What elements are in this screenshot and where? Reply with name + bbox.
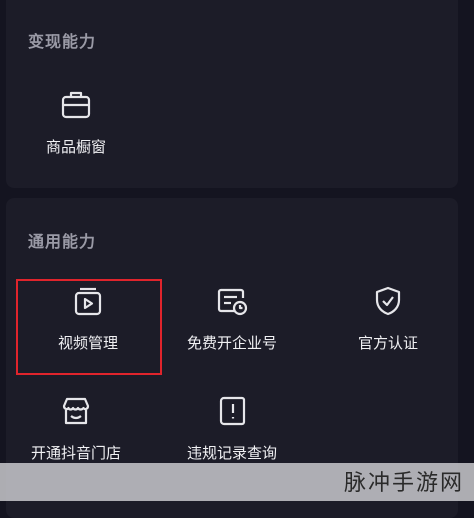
shield-check-icon bbox=[371, 284, 405, 318]
official-certification-button[interactable]: 官方认证 bbox=[318, 284, 458, 374]
monetize-card: 变现能力 商品橱窗 bbox=[6, 0, 458, 188]
watermark-text: 脉冲手游网 bbox=[343, 471, 464, 496]
storefront-icon bbox=[59, 394, 93, 428]
watermark-bar: 脉冲手游网 bbox=[0, 463, 474, 501]
highlight-box bbox=[16, 279, 162, 375]
monetize-section-title: 变现能力 bbox=[28, 32, 97, 51]
enterprise-account-label: 免费开企业号 bbox=[186, 334, 277, 352]
official-certification-label: 官方认证 bbox=[357, 334, 418, 352]
enterprise-account-button[interactable]: 免费开企业号 bbox=[162, 284, 302, 374]
general-section-title: 通用能力 bbox=[28, 232, 97, 251]
product-showcase-button[interactable]: 商品橱窗 bbox=[6, 88, 146, 178]
briefcase-icon bbox=[59, 88, 93, 122]
violation-record-label: 违规记录查询 bbox=[186, 444, 277, 462]
open-store-label: 开通抖音门店 bbox=[30, 444, 121, 462]
enterprise-account-icon bbox=[215, 284, 249, 318]
product-showcase-label: 商品橱窗 bbox=[45, 138, 106, 156]
violation-record-icon bbox=[215, 394, 249, 428]
